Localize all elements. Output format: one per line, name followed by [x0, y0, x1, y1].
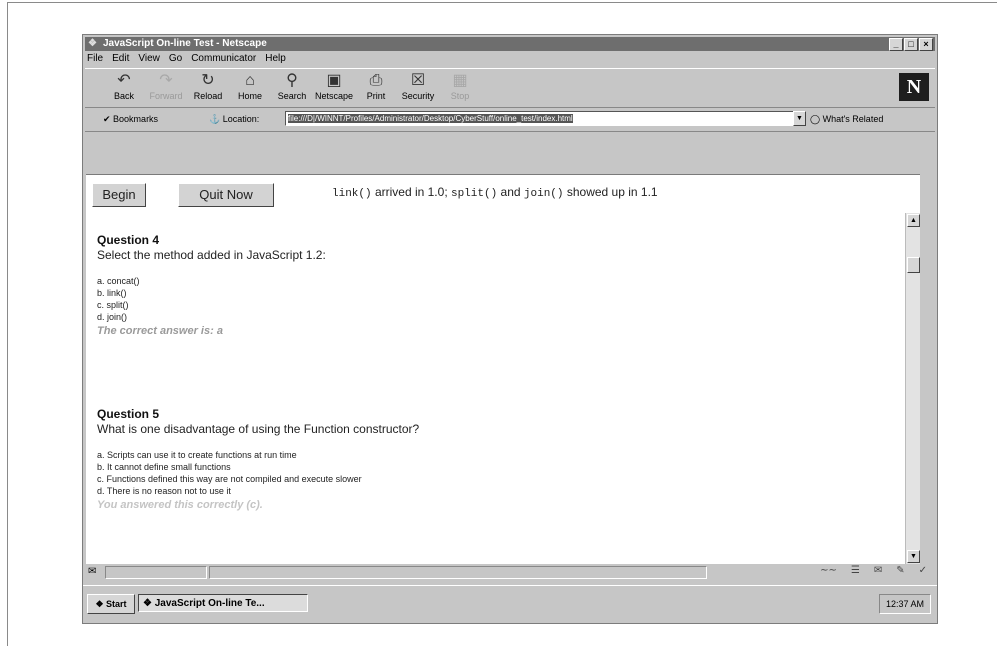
- security-button[interactable]: ☒ Security: [397, 71, 439, 101]
- netscape-icon: ▣: [326, 72, 342, 89]
- netscape-window-icon: ❖: [143, 598, 155, 609]
- option-item: b. It cannot define small functions: [97, 462, 231, 472]
- option-item: d. join(): [97, 312, 128, 322]
- browser-window: ❖ JavaScript On-line Test - Netscape _ □…: [82, 34, 938, 624]
- page-content: Begin Quit Now link() arrived in 1.0; sp…: [86, 174, 920, 564]
- question-text: What is one disadvantage of using the Fu…: [97, 422, 420, 436]
- menu-go[interactable]: Go: [169, 52, 182, 66]
- back-button[interactable]: ↶ Back: [103, 71, 145, 101]
- taskbar-window-button[interactable]: ❖ JavaScript On-line Te...: [138, 594, 308, 612]
- option-item: c. Functions defined this way are not co…: [97, 474, 362, 484]
- menu-bar: File Edit View Go Communicator Help: [85, 52, 286, 66]
- bookmarks-button[interactable]: ✔ Bookmarks: [103, 112, 158, 126]
- personal-toolbar: [85, 131, 935, 172]
- windows-logo-icon: ❖: [95, 599, 107, 609]
- answer-result: You answered this correctly (c).: [97, 499, 263, 511]
- start-button[interactable]: ❖ Start: [87, 594, 135, 614]
- forward-button[interactable]: ↷ Forward: [145, 71, 187, 101]
- location-icon: ⚓: [209, 114, 223, 124]
- scroll-up-button[interactable]: ▲: [907, 214, 920, 227]
- option-list: a. Scripts can use it to create function…: [97, 449, 362, 497]
- netscape-window-icon: ❖: [88, 38, 97, 49]
- vertical-scrollbar[interactable]: ▲ ▼: [905, 213, 920, 564]
- status-text-field: [209, 566, 707, 579]
- netscape-logo[interactable]: N: [899, 73, 929, 101]
- taskbar: ❖ Start ❖ JavaScript On-line Te... 12:37…: [83, 585, 937, 622]
- option-item: c. split(): [97, 300, 129, 310]
- menu-help[interactable]: Help: [265, 52, 286, 66]
- discussion-icon[interactable]: ✎: [896, 565, 904, 576]
- feedback-message: link() arrived in 1.0; split() and join(…: [332, 185, 658, 200]
- whats-related-button[interactable]: ◯ What's Related: [810, 112, 883, 126]
- forward-arrow-icon: ↷: [159, 72, 173, 89]
- print-icon: ⎙: [369, 72, 383, 89]
- answer-result: The correct answer is: a: [97, 325, 223, 337]
- question-heading: Question 5: [97, 407, 160, 421]
- maximize-button[interactable]: □: [904, 38, 918, 51]
- system-clock: 12:37 AM: [879, 594, 931, 614]
- status-bar: ✉ ∼∼ ☰ ✉ ✎ ✓: [85, 565, 935, 579]
- option-item: d. There is no reason not to use it: [97, 486, 231, 496]
- home-icon: ⌂: [245, 72, 255, 89]
- security-status-icon: ✉: [88, 566, 97, 577]
- navigation-toolbar: ↶ Back ↷ Forward ↻ Reload ⌂ Home ⚲ Search ▣ Ne…: [85, 68, 935, 108]
- bookmark-icon: ✔: [103, 114, 114, 124]
- window-controls: _ □ ×: [889, 38, 933, 51]
- question-text: Select the method added in JavaScript 1.…: [97, 248, 326, 262]
- edit-icon[interactable]: ✓: [919, 565, 927, 576]
- reload-icon: ↻: [201, 72, 215, 89]
- url-input[interactable]: file:///D|/WINNT/Profiles/Administrator/…: [285, 111, 794, 126]
- url-dropdown-button[interactable]: ▼: [793, 111, 806, 126]
- location-label: ⚓ Location:: [209, 114, 260, 124]
- option-item: a. Scripts can use it to create function…: [97, 450, 297, 460]
- chevron-down-icon: ▼: [910, 553, 917, 560]
- chevron-up-icon: ▲: [910, 217, 917, 224]
- location-bar: ✔ Bookmarks ⚓ Location: file:///D|/WINNT…: [85, 108, 935, 130]
- chevron-down-icon: ▼: [796, 115, 803, 122]
- option-list: a. concat() b. link() c. split() d. join…: [97, 275, 140, 323]
- menu-view[interactable]: View: [138, 52, 160, 66]
- stop-button[interactable]: ▦ Stop: [439, 71, 481, 101]
- back-arrow-icon: ↶: [117, 72, 131, 89]
- question-heading: Question 4: [97, 233, 160, 247]
- scroll-down-button[interactable]: ▼: [907, 550, 920, 563]
- quit-now-button[interactable]: Quit Now: [178, 183, 274, 207]
- component-bar: ∼∼ ☰ ✉ ✎ ✓: [820, 565, 927, 576]
- related-icon: ◯: [810, 114, 823, 124]
- search-button[interactable]: ⚲ Search: [271, 71, 313, 101]
- menu-edit[interactable]: Edit: [112, 52, 129, 66]
- print-button[interactable]: ⎙ Print: [355, 71, 397, 101]
- reload-button[interactable]: ↻ Reload: [187, 71, 229, 101]
- scroll-thumb[interactable]: [907, 257, 920, 273]
- mail-icon[interactable]: ✉: [874, 565, 882, 576]
- minimize-button[interactable]: _: [889, 38, 903, 51]
- home-button[interactable]: ⌂ Home: [229, 71, 271, 101]
- connection-icon: ∼∼: [820, 565, 837, 576]
- title-bar[interactable]: ❖ JavaScript On-line Test - Netscape _ □…: [85, 37, 935, 51]
- menu-file[interactable]: File: [87, 52, 103, 66]
- option-item: a. concat(): [97, 276, 140, 286]
- stop-icon: ▦: [452, 72, 468, 89]
- progress-field: [105, 566, 207, 579]
- netscape-button[interactable]: ▣ Netscape: [313, 71, 355, 101]
- close-button[interactable]: ×: [919, 38, 933, 51]
- lock-icon: ☒: [410, 72, 426, 89]
- menu-communicator[interactable]: Communicator: [191, 52, 256, 66]
- begin-button[interactable]: Begin: [92, 183, 146, 207]
- search-icon: ⚲: [286, 72, 298, 89]
- window-title: JavaScript On-line Test - Netscape: [103, 38, 267, 49]
- option-item: b. link(): [97, 288, 127, 298]
- composer-icon[interactable]: ☰: [851, 565, 860, 576]
